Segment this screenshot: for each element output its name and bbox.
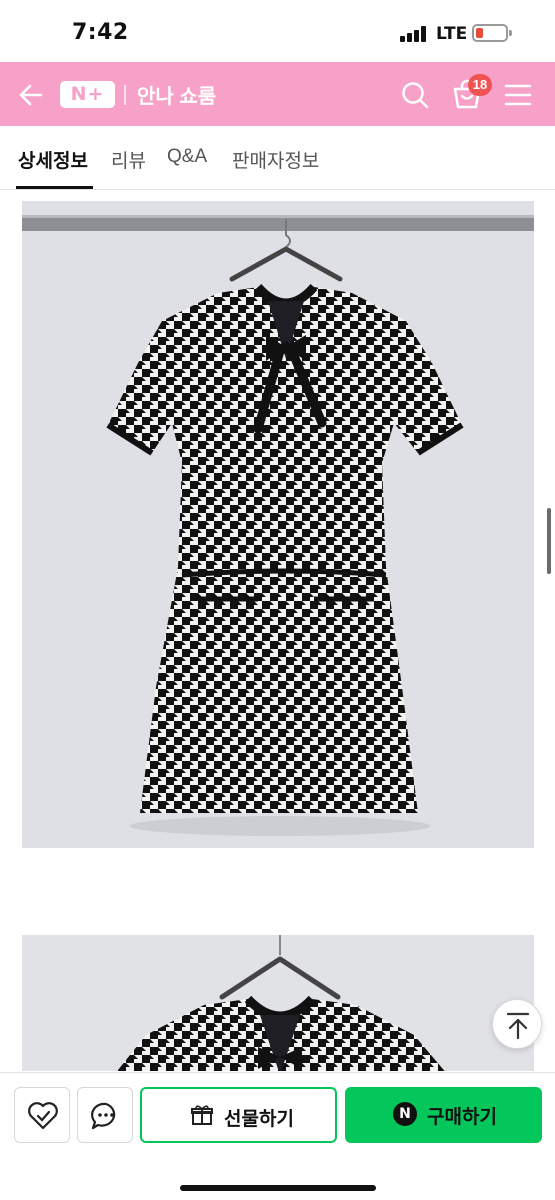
scroll-to-top-button[interactable]: [492, 999, 542, 1049]
search-icon: [402, 82, 429, 109]
chat-button[interactable]: [77, 1087, 133, 1143]
network-label: LTE: [436, 24, 468, 44]
tab-seller-info[interactable]: 판매자정보: [232, 146, 319, 173]
tab-qna[interactable]: Q&A: [167, 146, 207, 168]
store-name[interactable]: 안나 쇼룸: [137, 80, 216, 109]
purchase-bar: 선물하기 N 구매하기: [0, 1072, 555, 1200]
gift-button-label: 선물하기: [224, 1109, 294, 1130]
header-divider: [124, 85, 126, 105]
cart-count-badge: 18: [468, 74, 492, 96]
menu-button[interactable]: [502, 80, 534, 110]
wishlist-button[interactable]: [14, 1087, 70, 1143]
wishlist-heart-icon: [28, 1102, 58, 1130]
search-button[interactable]: [399, 79, 431, 111]
scrollbar-thumb[interactable]: [547, 508, 551, 574]
tab-reviews[interactable]: 리뷰: [111, 146, 146, 173]
dress-photo-secondary: [22, 935, 534, 1071]
logo-text: N+: [70, 83, 105, 105]
battery-icon: [472, 24, 512, 42]
naver-plus-logo[interactable]: N+: [60, 81, 115, 108]
signal-icon: [400, 26, 428, 42]
product-tabs: 상세정보 리뷰 Q&A 판매자정보: [0, 126, 555, 190]
menu-icon: [504, 84, 532, 106]
tab-detail[interactable]: 상세정보: [18, 146, 88, 173]
gift-icon: [191, 1105, 213, 1125]
dress-photo: [22, 201, 534, 848]
status-time: 7:42: [72, 20, 129, 45]
buy-button[interactable]: N 구매하기: [345, 1087, 542, 1143]
buy-button-label: 구매하기: [427, 1107, 497, 1128]
naver-pay-icon: N: [393, 1102, 417, 1126]
home-indicator: [180, 1185, 376, 1191]
product-image-secondary: [22, 935, 534, 1071]
product-detail-content: [0, 191, 555, 1071]
product-image: [22, 201, 534, 848]
gift-button[interactable]: 선물하기: [140, 1087, 337, 1143]
active-tab-indicator: [16, 186, 93, 189]
chat-icon: [91, 1102, 116, 1130]
back-button[interactable]: [14, 78, 48, 112]
scroll-top-icon: [506, 1012, 530, 1040]
back-arrow-icon: [19, 84, 43, 106]
status-bar: 7:42 LTE: [0, 0, 555, 62]
